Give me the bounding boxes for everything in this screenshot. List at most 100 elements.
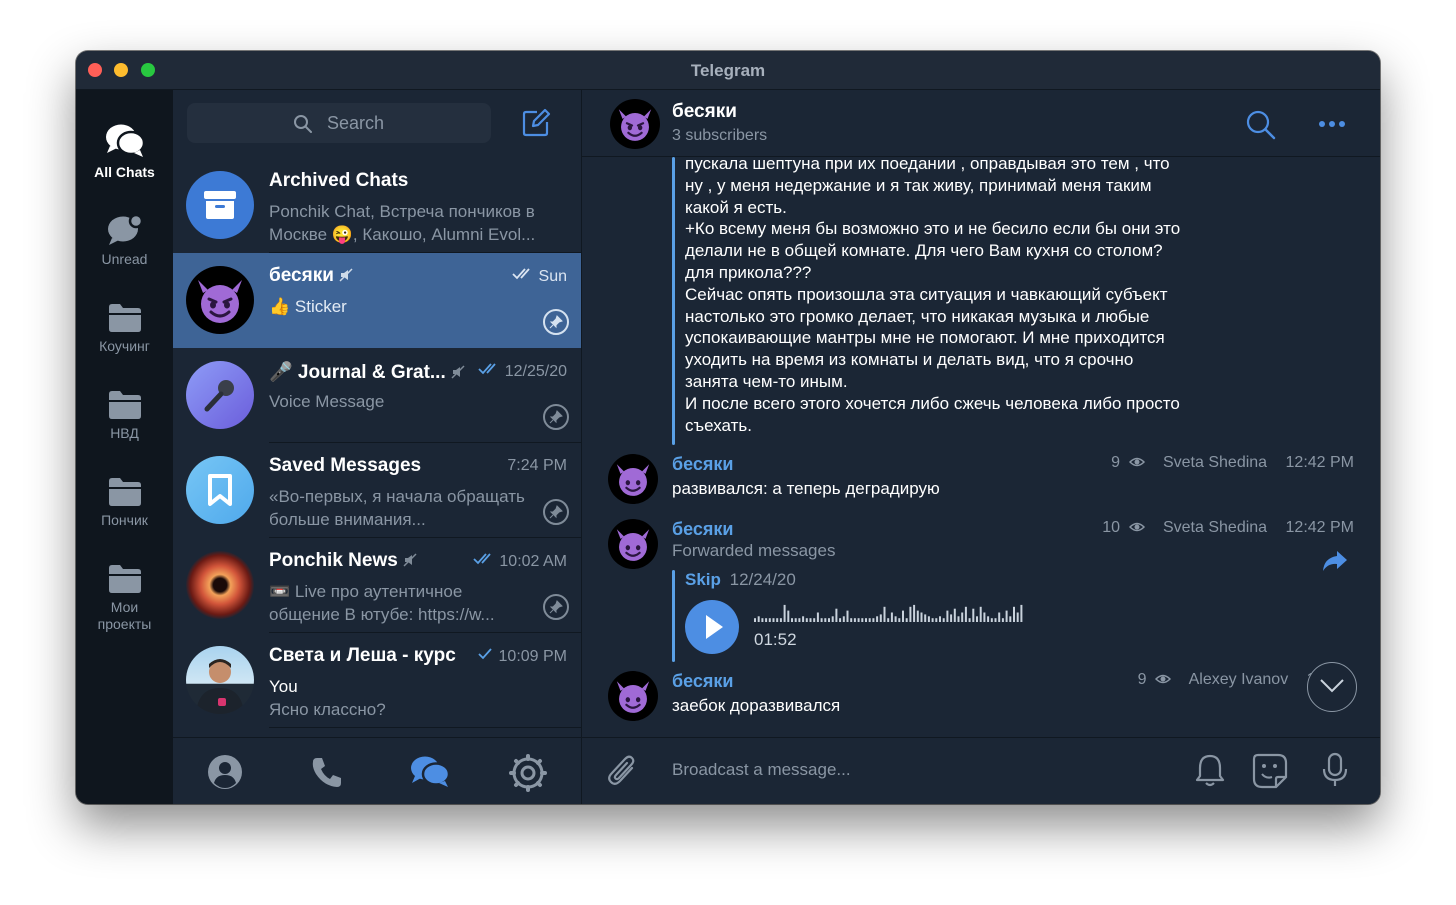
microphone-icon[interactable] — [1322, 752, 1348, 788]
message-composer: Broadcast a message... — [582, 737, 1380, 804]
search-placeholder: Search — [327, 113, 385, 133]
more-icon[interactable] — [1318, 120, 1346, 128]
chat-time: 10:09 PM — [478, 647, 567, 666]
folder-ponchik[interactable]: Пончик — [76, 476, 173, 529]
single-check-icon — [478, 648, 492, 660]
forward-source[interactable]: Skip 12/24/20 — [685, 570, 796, 590]
sender-avatar[interactable] — [608, 519, 658, 569]
message-author[interactable]: бесяки — [672, 671, 733, 692]
chats-icon[interactable] — [409, 754, 451, 790]
preview-sender: You — [269, 677, 298, 696]
window-title: Telegram — [690, 61, 766, 80]
message-text: заебок доразвивался — [672, 696, 841, 715]
chat-item-ponchik-news[interactable]: Ponchik News 10:02 AM 📼 Live про аутенти… — [173, 538, 581, 633]
message-meta: 9 Sveta Shedina 12:42 PM — [1111, 454, 1354, 472]
chat-item-journal[interactable]: 🎤 Journal & Grat... 12/25/20 Voice Messa… — [173, 348, 581, 443]
folder-label: Мои проекты — [97, 599, 152, 632]
pinned-icon — [543, 404, 569, 430]
archive-icon — [204, 191, 236, 219]
chat-item-sveta-lesha[interactable]: Света и Леша - курс 10:09 PM You Ясно кл… — [173, 633, 581, 728]
chat-list-panel: Search Archived Chats Ponchik Chat, Встр… — [173, 90, 582, 804]
folder-nvd[interactable]: НВД — [76, 389, 173, 442]
person-avatar — [186, 646, 254, 714]
chat-preview: «Во-первых, я начала обращать больше вни… — [269, 487, 525, 529]
preview-text: Ясно классно? — [269, 700, 386, 719]
chat-name: бесяки — [269, 265, 353, 287]
chat-time: 12/25/20 — [478, 362, 567, 381]
scroll-to-bottom-button[interactable] — [1307, 662, 1357, 712]
folder-icon — [108, 304, 141, 332]
play-icon — [706, 615, 723, 639]
chat-item-saved-messages[interactable]: Saved Messages 7:24 PM «Во-первых, я нач… — [173, 443, 581, 538]
double-check-icon — [478, 363, 496, 375]
microphone-emoji-icon — [204, 380, 234, 412]
calls-icon[interactable] — [309, 754, 345, 790]
muted-icon — [451, 365, 465, 379]
voice-waveform[interactable] — [754, 602, 1026, 626]
view-count: 9 — [1137, 671, 1147, 688]
folder-my-projects[interactable]: Мои проекты — [76, 563, 173, 633]
chat-item-besyaki[interactable]: бесяки Sun 👍 Sticker — [173, 253, 581, 348]
forward-quote-bar — [672, 157, 675, 445]
folder-icon — [108, 391, 141, 419]
signature: Sveta Shedina — [1162, 454, 1268, 471]
title-bar: Telegram — [76, 51, 1380, 90]
bookmark-icon — [208, 474, 232, 506]
chat-preview: You Ясно классно? — [269, 675, 565, 721]
search-icon — [294, 115, 312, 133]
folder-all-chats[interactable]: All Chats — [76, 122, 173, 181]
person-photo — [196, 659, 244, 714]
sticker-icon[interactable] — [1252, 753, 1288, 789]
compose-icon[interactable] — [521, 108, 551, 138]
devil-avatar — [186, 266, 254, 334]
search-icon[interactable] — [1246, 110, 1276, 140]
share-icon[interactable] — [1322, 550, 1348, 572]
notifications-bell-icon[interactable] — [1194, 753, 1226, 787]
chat-name: Ponchik News — [269, 550, 417, 572]
pinned-icon — [543, 499, 569, 525]
message-input[interactable]: Broadcast a message... — [672, 760, 1152, 780]
chat-preview: 📼 Live про аутентичное общение В ютубе: … — [269, 582, 495, 624]
channel-title[interactable]: бесяки — [672, 101, 737, 123]
forwarded-label: Forwarded messages — [672, 541, 836, 560]
folder-icon — [108, 478, 141, 506]
sender-avatar[interactable] — [608, 671, 658, 721]
chevron-down-icon — [1320, 679, 1344, 693]
chat-item-archived[interactable]: Archived Chats Ponchik Chat, Встреча пон… — [173, 158, 581, 253]
channel-avatar[interactable] — [610, 99, 660, 149]
attach-icon[interactable] — [608, 754, 638, 788]
settings-icon[interactable] — [509, 754, 547, 792]
telegram-window: Telegram All Chats Unread Коучинг НВД По… — [76, 51, 1380, 804]
search-input[interactable]: Search — [187, 103, 491, 143]
contacts-icon[interactable] — [207, 754, 243, 790]
folder-label: Пончик — [101, 512, 148, 528]
chat-name: Saved Messages — [269, 455, 422, 476]
message-text: развивался: а теперь деградирую — [672, 479, 940, 498]
devil-emoji-icon — [198, 280, 242, 323]
chat-view: бесяки 3 subscribers пускала шептуна при… — [582, 90, 1380, 804]
message-author[interactable]: бесяки — [672, 454, 733, 475]
chat-preview: 👍 Sticker — [269, 297, 347, 316]
double-check-icon — [473, 553, 491, 565]
saved-avatar — [186, 456, 254, 524]
devil-emoji-icon — [618, 109, 652, 141]
folder-label: Unread — [101, 251, 148, 267]
sender-avatar[interactable] — [608, 454, 658, 504]
chat-header: бесяки 3 subscribers — [582, 90, 1380, 157]
archive-avatar — [186, 171, 254, 239]
chat-name: Archived Chats — [269, 170, 409, 191]
folder-coaching[interactable]: Коучинг — [76, 302, 173, 355]
message-time: 12:42 PM — [1285, 519, 1354, 536]
pinned-icon — [543, 309, 569, 335]
signature: Sveta Shedina — [1162, 519, 1268, 536]
folder-label: All Chats — [94, 164, 155, 180]
voice-play-button[interactable] — [685, 600, 739, 654]
views-icon — [1128, 522, 1145, 532]
message-list[interactable]: пускала шептуна при их поедании , оправд… — [582, 157, 1380, 735]
message-author[interactable]: бесяки — [672, 519, 733, 540]
folder-unread[interactable]: Unread — [76, 213, 173, 268]
chat-time: Sun — [512, 267, 567, 286]
chat-preview: Ponchik Chat, Встреча пончиков в Москве … — [269, 202, 536, 244]
folder-label: Коучинг — [99, 338, 150, 354]
chat-time: 7:24 PM — [507, 457, 567, 474]
